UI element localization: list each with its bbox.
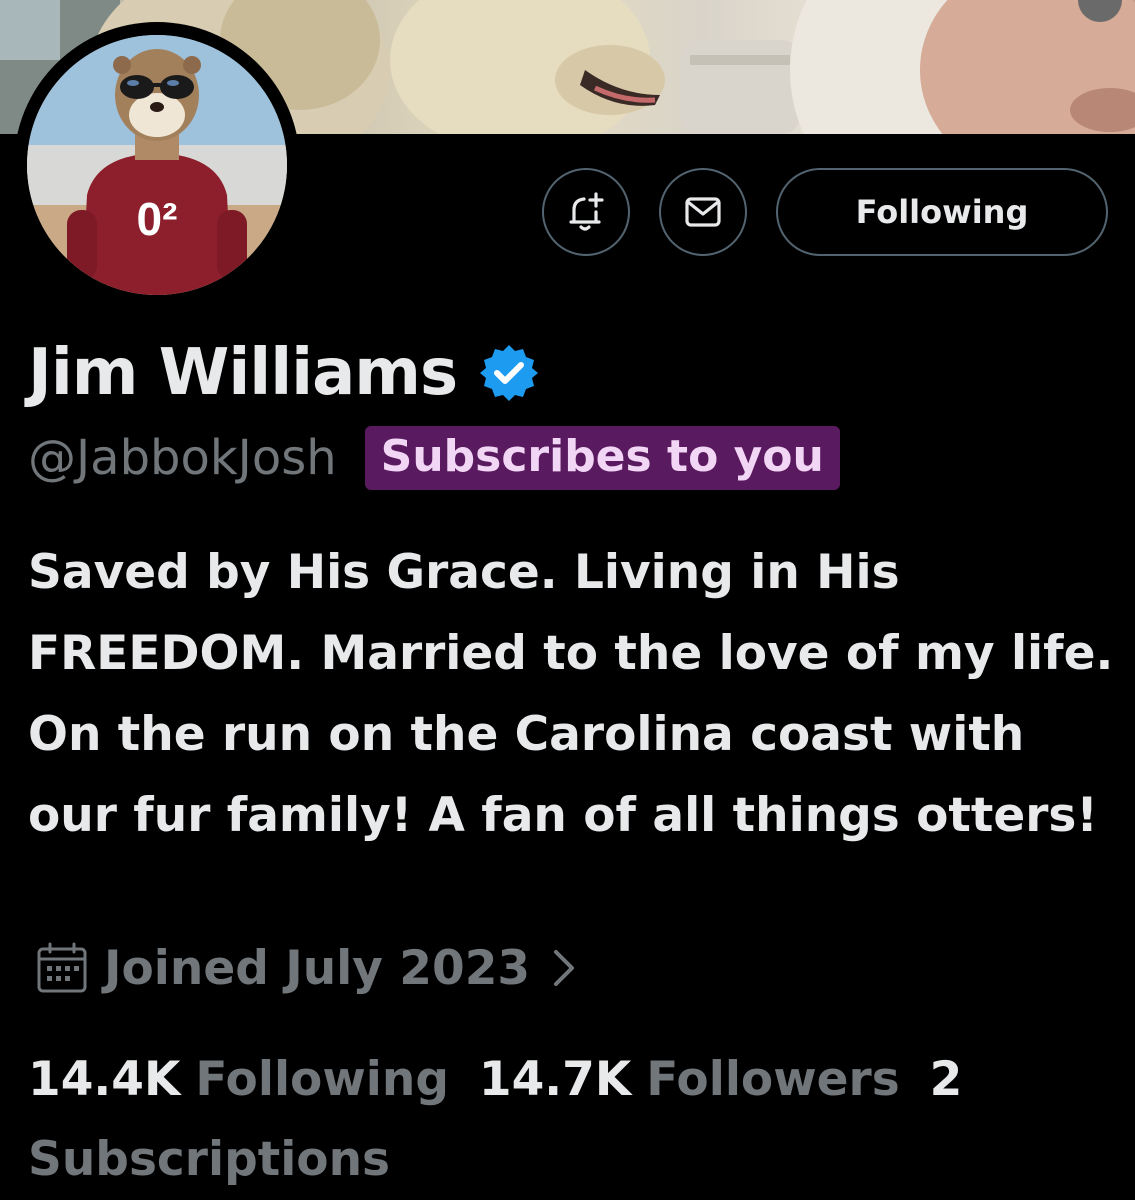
subscriptions-count: 2 (929, 1052, 963, 1107)
joined-date-text: Joined July 2023 (104, 940, 531, 996)
bell-plus-icon (569, 192, 604, 231)
following-button[interactable]: Following (776, 168, 1108, 256)
followers-stat[interactable]: 14.7K Followers (479, 1052, 900, 1107)
profile-bio: Saved by His Grace. Living in His FREEDO… (28, 545, 1114, 843)
display-name: Jim Williams (28, 336, 458, 410)
profile-stats: 14.4K Following 14.7K Followers 2 Subscr… (28, 1040, 1118, 1200)
calendar-icon (37, 942, 87, 993)
profile-name-row: Jim Williams (28, 336, 541, 410)
otter-avatar-image: 0² (27, 35, 287, 295)
verified-badge-icon[interactable] (477, 341, 541, 405)
handle-row: @JabbokJosh Subscribes to you (28, 426, 840, 490)
joined-date-row[interactable]: Joined July 2023 (34, 940, 584, 996)
subscribes-to-you-badge: Subscribes to you (364, 426, 840, 490)
following-button-label: Following (855, 193, 1029, 231)
following-count: 14.4K (28, 1052, 181, 1107)
notifications-button[interactable] (542, 168, 630, 256)
username-handle: @JabbokJosh (28, 430, 337, 486)
following-label: Following (195, 1052, 449, 1107)
message-button[interactable] (659, 168, 747, 256)
followers-count: 14.7K (478, 1052, 632, 1107)
followers-label: Followers (646, 1052, 900, 1107)
chevron-right-icon (554, 950, 575, 986)
subscriptions-label: Subscriptions (28, 1132, 391, 1187)
following-stat[interactable]: 14.4K Following (28, 1052, 449, 1107)
envelope-icon (685, 197, 721, 227)
avatar[interactable]: 0² (27, 35, 287, 295)
sweater-text: 0² (137, 193, 178, 245)
